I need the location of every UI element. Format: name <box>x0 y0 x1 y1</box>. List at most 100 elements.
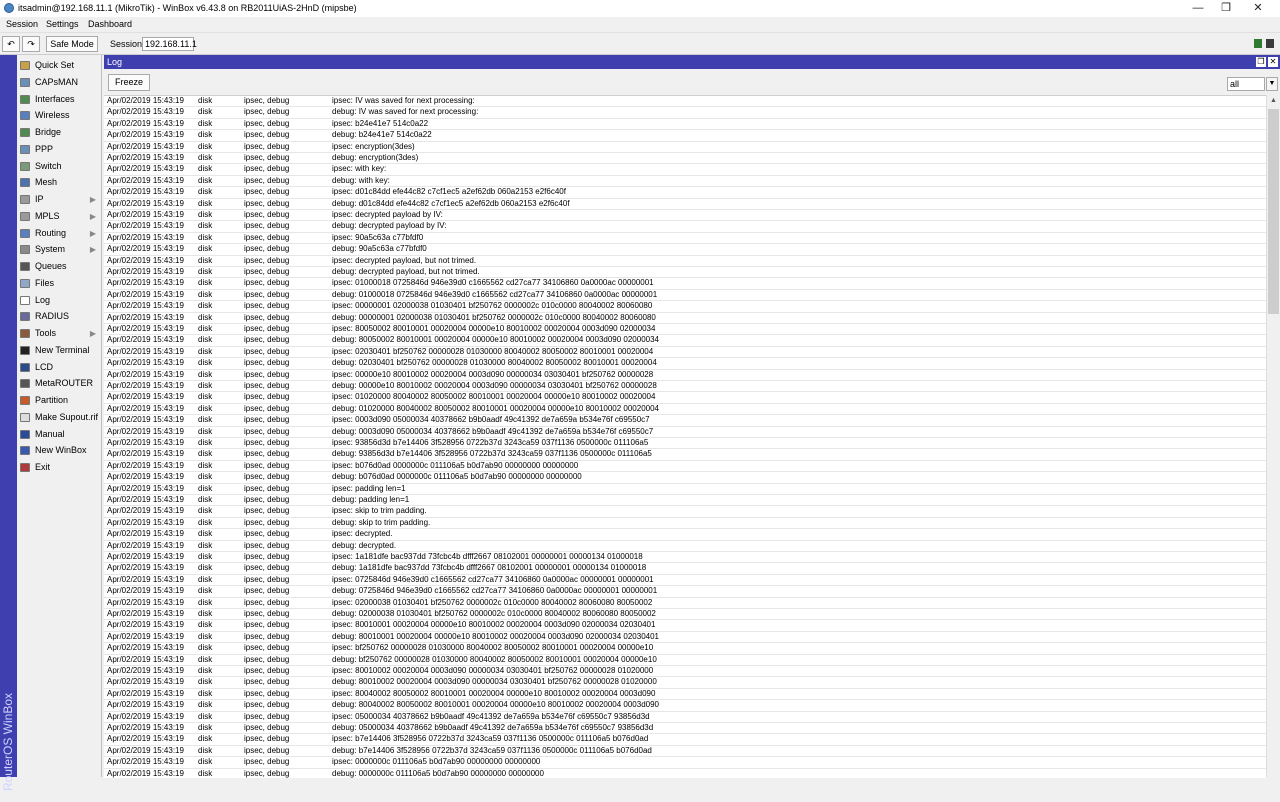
menu-settings[interactable]: Settings <box>46 19 79 29</box>
table-row[interactable]: Apr/02/2019 15:43:19 disk ipsec, debug ipse… <box>104 210 1266 222</box>
table-row[interactable]: Apr/02/2019 15:43:19 disk ipsec, debug ipse… <box>104 575 1266 587</box>
table-row[interactable]: Apr/02/2019 15:43:19 disk ipsec, debug debu… <box>104 267 1266 279</box>
table-row[interactable]: Apr/02/2019 15:43:19 disk ipsec, debug ipse… <box>104 712 1266 723</box>
filter-dropdown-icon[interactable]: ▼ <box>1266 77 1278 91</box>
sidebar-item-files[interactable]: Files <box>19 276 101 291</box>
table-row[interactable]: Apr/02/2019 15:43:19 disk ipsec, debug debu… <box>104 290 1266 302</box>
sidebar-item-wireless[interactable]: Wireless <box>19 108 101 123</box>
table-row[interactable]: Apr/02/2019 15:43:19 disk ipsec, debug debu… <box>104 199 1266 210</box>
sidebar-item-lcd[interactable]: LCD <box>19 360 101 375</box>
sidebar-item-switch[interactable]: Switch <box>19 159 101 174</box>
menu-dashboard[interactable]: Dashboard <box>88 19 132 29</box>
table-row[interactable]: Apr/02/2019 15:43:19 disk ipsec, debug ipse… <box>104 233 1266 245</box>
table-row[interactable]: Apr/02/2019 15:43:19 disk ipsec, debug ipse… <box>104 461 1266 473</box>
sidebar-item-mesh[interactable]: Mesh <box>19 175 101 190</box>
menu-session[interactable]: Session <box>6 19 38 29</box>
table-row[interactable]: Apr/02/2019 15:43:19 disk ipsec, debug debu… <box>104 107 1266 119</box>
sidebar-item-ppp[interactable]: PPP <box>19 142 101 157</box>
session-field[interactable]: 192.168.11.1 <box>142 37 197 51</box>
table-row[interactable]: Apr/02/2019 15:43:19 disk ipsec, debug ipse… <box>104 96 1266 108</box>
sidebar-item-manual[interactable]: Manual <box>19 427 101 442</box>
table-row[interactable]: Apr/02/2019 15:43:19 disk ipsec, debug debu… <box>104 427 1266 438</box>
table-row[interactable]: Apr/02/2019 15:43:19 disk ipsec, debug debu… <box>104 449 1266 461</box>
table-row[interactable]: Apr/02/2019 15:43:19 disk ipsec, debug debu… <box>104 677 1266 689</box>
table-row[interactable]: Apr/02/2019 15:43:19 disk ipsec, debug debu… <box>104 244 1266 256</box>
table-row[interactable]: Apr/02/2019 15:43:19 disk ipsec, debug debu… <box>104 746 1266 758</box>
table-row[interactable]: Apr/02/2019 15:43:19 disk ipsec, debug debu… <box>104 723 1266 735</box>
redo-button[interactable]: ↷ <box>22 36 40 52</box>
freeze-button[interactable]: Freeze <box>108 74 150 91</box>
close-window-button[interactable]: ✕ <box>1268 57 1278 67</box>
log-scrollbar[interactable]: ▲ <box>1266 95 1280 777</box>
table-row[interactable]: Apr/02/2019 15:43:19 disk ipsec, debug ipse… <box>104 187 1266 199</box>
scroll-up-icon[interactable]: ▲ <box>1267 95 1280 107</box>
table-row[interactable]: Apr/02/2019 15:43:19 disk ipsec, debug ipse… <box>104 484 1266 495</box>
minimize-button[interactable]: — <box>1184 0 1212 17</box>
sidebar-item-bridge[interactable]: Bridge <box>19 125 101 140</box>
table-row[interactable]: Apr/02/2019 15:43:19 disk ipsec, debug debu… <box>104 700 1266 712</box>
sidebar-item-capsman[interactable]: CAPsMAN <box>19 75 101 90</box>
table-row[interactable]: Apr/02/2019 15:43:19 disk ipsec, debug ipse… <box>104 278 1266 290</box>
scroll-thumb[interactable] <box>1268 109 1279 314</box>
sidebar-item-make-supout-rif[interactable]: Make Supout.rif <box>19 410 101 425</box>
table-row[interactable]: Apr/02/2019 15:43:19 disk ipsec, debug ipse… <box>104 552 1266 564</box>
table-row[interactable]: Apr/02/2019 15:43:19 disk ipsec, debug ipse… <box>104 164 1266 176</box>
table-row[interactable]: Apr/02/2019 15:43:19 disk ipsec, debug debu… <box>104 153 1266 165</box>
table-row[interactable]: Apr/02/2019 15:43:19 disk ipsec, debug debu… <box>104 518 1266 530</box>
table-row[interactable]: Apr/02/2019 15:43:19 disk ipsec, debug ipse… <box>104 643 1266 655</box>
table-row[interactable]: Apr/02/2019 15:43:19 disk ipsec, debug debu… <box>104 586 1266 598</box>
sidebar-item-metarouter[interactable]: MetaROUTER <box>19 376 101 391</box>
table-row[interactable]: Apr/02/2019 15:43:19 disk ipsec, debug ipse… <box>104 415 1266 427</box>
sidebar-item-routing[interactable]: Routing ▶ <box>19 226 101 241</box>
table-row[interactable]: Apr/02/2019 15:43:19 disk ipsec, debug ipse… <box>104 620 1266 632</box>
restore-window-button[interactable]: ❐ <box>1256 57 1266 67</box>
table-row[interactable]: Apr/02/2019 15:43:19 disk ipsec, debug debu… <box>104 335 1266 347</box>
undo-button[interactable]: ↶ <box>2 36 20 52</box>
table-row[interactable]: Apr/02/2019 15:43:19 disk ipsec, debug debu… <box>104 632 1266 644</box>
table-row[interactable]: Apr/02/2019 15:43:19 disk ipsec, debug ipse… <box>104 256 1266 267</box>
table-row[interactable]: Apr/02/2019 15:43:19 disk ipsec, debug debu… <box>104 176 1266 188</box>
table-row[interactable]: Apr/02/2019 15:43:19 disk ipsec, debug debu… <box>104 313 1266 324</box>
table-row[interactable]: Apr/02/2019 15:43:19 disk ipsec, debug debu… <box>104 221 1266 233</box>
table-row[interactable]: Apr/02/2019 15:43:19 disk ipsec, debug debu… <box>104 472 1266 484</box>
sidebar-item-quick-set[interactable]: Quick Set <box>19 58 101 73</box>
table-row[interactable]: Apr/02/2019 15:43:19 disk ipsec, debug debu… <box>104 404 1266 416</box>
table-row[interactable]: Apr/02/2019 15:43:19 disk ipsec, debug ipse… <box>104 757 1266 769</box>
table-row[interactable]: Apr/02/2019 15:43:19 disk ipsec, debug debu… <box>104 495 1266 507</box>
table-row[interactable]: Apr/02/2019 15:43:19 disk ipsec, debug debu… <box>104 541 1266 552</box>
sidebar-item-exit[interactable]: Exit <box>19 460 101 475</box>
table-row[interactable]: Apr/02/2019 15:43:19 disk ipsec, debug ipse… <box>104 598 1266 609</box>
table-row[interactable]: Apr/02/2019 15:43:19 disk ipsec, debug ipse… <box>104 529 1266 541</box>
sidebar-item-mpls[interactable]: MPLS ▶ <box>19 209 101 224</box>
safe-mode-button[interactable]: Safe Mode <box>46 36 98 52</box>
table-row[interactable]: Apr/02/2019 15:43:19 disk ipsec, debug debu… <box>104 358 1266 370</box>
table-row[interactable]: Apr/02/2019 15:43:19 disk ipsec, debug ipse… <box>104 666 1266 678</box>
maximize-button[interactable]: ❐ <box>1212 0 1240 17</box>
table-row[interactable]: Apr/02/2019 15:43:19 disk ipsec, debug ipse… <box>104 734 1266 746</box>
table-row[interactable]: Apr/02/2019 15:43:19 disk ipsec, debug debu… <box>104 563 1266 575</box>
sidebar-item-interfaces[interactable]: Interfaces <box>19 92 101 107</box>
table-row[interactable]: Apr/02/2019 15:43:19 disk ipsec, debug ipse… <box>104 324 1266 336</box>
sidebar-item-new-terminal[interactable]: New Terminal <box>19 343 101 358</box>
log-filter-select[interactable]: all <box>1227 77 1265 91</box>
sidebar-item-log[interactable]: Log <box>19 293 101 308</box>
table-row[interactable]: Apr/02/2019 15:43:19 disk ipsec, debug ipse… <box>104 689 1266 701</box>
table-row[interactable]: Apr/02/2019 15:43:19 disk ipsec, debug debu… <box>104 381 1266 393</box>
table-row[interactable]: Apr/02/2019 15:43:19 disk ipsec, debug ipse… <box>104 438 1266 450</box>
table-row[interactable]: Apr/02/2019 15:43:19 disk ipsec, debug debu… <box>104 130 1266 142</box>
table-row[interactable]: Apr/02/2019 15:43:19 disk ipsec, debug ipse… <box>104 142 1266 153</box>
sidebar-item-radius[interactable]: RADIUS <box>19 309 101 324</box>
sidebar-item-ip[interactable]: IP ▶ <box>19 192 101 207</box>
sidebar-item-partition[interactable]: Partition <box>19 393 101 408</box>
close-button[interactable]: ✕ <box>1244 0 1272 17</box>
table-row[interactable]: Apr/02/2019 15:43:19 disk ipsec, debug ipse… <box>104 347 1266 359</box>
table-row[interactable]: Apr/02/2019 15:43:19 disk ipsec, debug ipse… <box>104 301 1266 313</box>
table-row[interactable]: Apr/02/2019 15:43:19 disk ipsec, debug debu… <box>104 609 1266 621</box>
table-row[interactable]: Apr/02/2019 15:43:19 disk ipsec, debug ipse… <box>104 392 1266 404</box>
table-row[interactable]: Apr/02/2019 15:43:19 disk ipsec, debug debu… <box>104 655 1266 666</box>
sidebar-item-tools[interactable]: Tools ▶ <box>19 326 101 341</box>
sidebar-item-queues[interactable]: Queues <box>19 259 101 274</box>
table-row[interactable]: Apr/02/2019 15:43:19 disk ipsec, debug ipse… <box>104 119 1266 131</box>
sidebar-item-system[interactable]: System ▶ <box>19 242 101 257</box>
table-row[interactable]: Apr/02/2019 15:43:19 disk ipsec, debug ipse… <box>104 370 1266 381</box>
